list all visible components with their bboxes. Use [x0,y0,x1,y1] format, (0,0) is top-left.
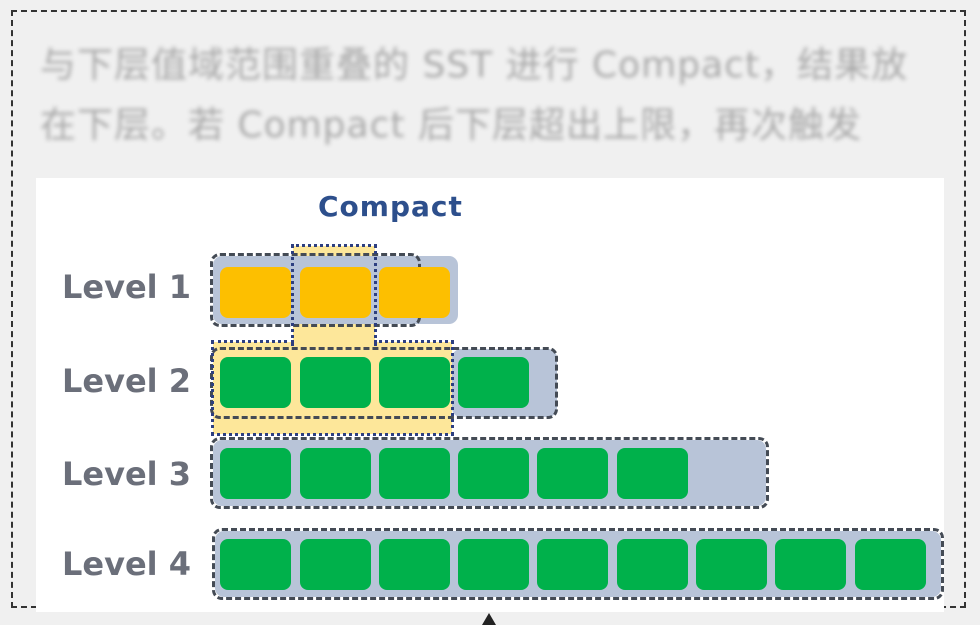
level-1-label: Level 1 [62,268,192,306]
sst-level3-2 [300,448,371,499]
level-3-label: Level 3 [62,455,192,493]
sst-level2-4 [458,357,529,408]
arrow-up-icon [482,613,496,625]
sst-level3-4 [458,448,529,499]
background-text: 与下层值域范围重叠的 SST 进行 Compact，结果放 在下层。若 Comp… [40,36,940,156]
compaction-outline-right-ledge [374,340,454,343]
sst-level4-6 [617,539,688,590]
sst-level1-3 [379,267,450,318]
background-text-line-1: 与下层值域范围重叠的 SST 进行 Compact，结果放 [40,45,909,86]
sst-level4-4 [458,539,529,590]
sst-level4-5 [537,539,608,590]
sst-level4-1 [220,539,291,590]
sst-level4-8 [775,539,846,590]
sst-level3-3 [379,448,450,499]
sst-level1-1 [220,267,291,318]
compact-title: Compact [318,190,463,223]
compaction-outline-top [291,244,377,346]
sst-level4-2 [300,539,371,590]
sst-level4-9 [855,539,926,590]
compaction-outline-left-ledge [211,340,294,343]
sst-level3-5 [537,448,608,499]
level-4-label: Level 4 [62,545,192,583]
sst-level3-1 [220,448,291,499]
compaction-outline-bottom [211,340,454,436]
level-2-label: Level 2 [62,362,192,400]
sst-level3-6 [617,448,688,499]
sst-level4-7 [696,539,767,590]
background-text-line-2: 在下层。若 Compact 后下层超出上限，再次触发 [40,105,862,146]
sst-level4-3 [379,539,450,590]
